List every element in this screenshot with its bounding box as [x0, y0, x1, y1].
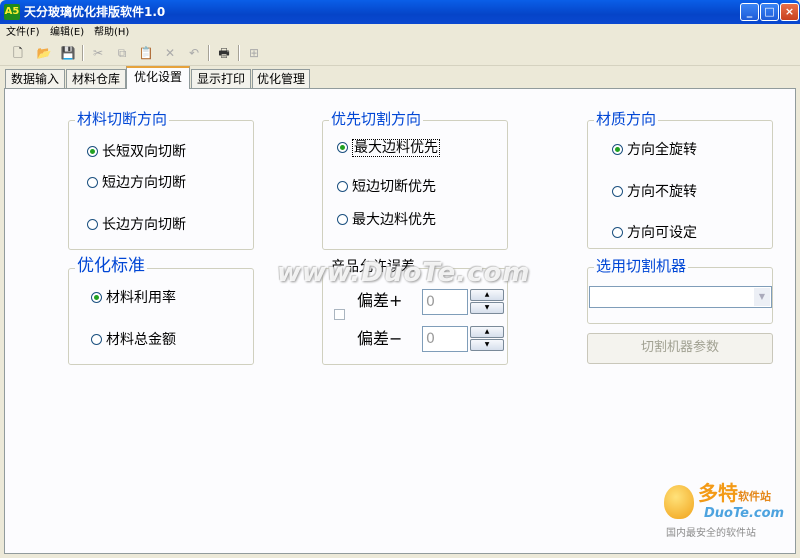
- save-icon[interactable]: 💾: [58, 44, 78, 62]
- logo-cn: 多特软件站: [698, 481, 771, 505]
- minimize-button[interactable]: _: [740, 3, 759, 21]
- cut-direction-group: 材料切断方向 长短双向切断 短边方向切断 长边方向切断: [68, 110, 254, 250]
- criterion-option[interactable]: 材料总金额: [91, 331, 176, 349]
- machine-select[interactable]: ▼: [589, 286, 772, 308]
- radio-icon: [87, 219, 98, 230]
- watermark: www.DuoTe.com: [277, 258, 531, 288]
- material-direction-title: 材质方向: [594, 110, 659, 128]
- logo-slogan: 国内最安全的软件站: [666, 528, 756, 539]
- radio-icon: [337, 181, 348, 192]
- delete-icon[interactable]: ✕: [160, 44, 180, 62]
- radio-icon: [91, 334, 102, 345]
- new-file-icon[interactable]: 🗋: [8, 44, 28, 62]
- cut-direction-title: 材料切断方向: [75, 110, 170, 128]
- priority-option[interactable]: 短边切断优先: [337, 178, 436, 196]
- chevron-down-icon[interactable]: ▼: [754, 288, 770, 306]
- close-button[interactable]: ×: [780, 3, 799, 21]
- tolerance-plus-input[interactable]: 0: [422, 289, 468, 315]
- tab-optimization-settings[interactable]: 优化设置: [126, 66, 190, 89]
- material-direction-option[interactable]: 方向全旋转: [612, 141, 697, 159]
- criterion-option[interactable]: 材料利用率: [91, 289, 176, 307]
- radio-icon: [337, 142, 348, 153]
- tolerance-checkbox[interactable]: [334, 309, 345, 320]
- spin-down-icon[interactable]: ▼: [470, 302, 504, 314]
- radio-icon: [612, 186, 623, 197]
- paste-icon[interactable]: 📋: [136, 44, 156, 62]
- cut-icon[interactable]: ✂: [88, 44, 108, 62]
- criterion-group: 优化标准 材料利用率 材料总金额: [68, 257, 254, 365]
- toolbar-separator: [208, 45, 210, 61]
- maximize-button[interactable]: □: [760, 3, 779, 21]
- tab-strip: 数据输入 材料仓库 优化设置 显示打印 优化管理: [0, 66, 800, 89]
- spin-up-icon[interactable]: ▲: [470, 326, 504, 338]
- machine-params-button[interactable]: 切割机器参数: [587, 333, 773, 364]
- menu-file[interactable]: 文件(F): [6, 26, 40, 39]
- priority-option[interactable]: 最大边料优先: [337, 211, 436, 229]
- tolerance-minus-input[interactable]: 0: [422, 326, 468, 352]
- machine-group: 选用切割机器 ▼: [587, 257, 773, 324]
- menu-help[interactable]: 帮助(H): [94, 26, 129, 39]
- machine-title: 选用切割机器: [594, 257, 689, 275]
- tolerance-plus-stepper[interactable]: ▲ ▼: [470, 289, 504, 315]
- title-bar: A5 天分玻璃优化排版软件1.0 _ □ ×: [0, 0, 800, 24]
- tolerance-minus-stepper[interactable]: ▲ ▼: [470, 326, 504, 352]
- radio-icon: [337, 214, 348, 225]
- cut-direction-option[interactable]: 短边方向切断: [87, 174, 186, 192]
- tolerance-plus-label: 偏差+: [357, 291, 403, 310]
- duote-logo: 多特软件站 DuoTe.com 国内最安全的软件站: [664, 481, 794, 547]
- material-direction-option[interactable]: 方向可设定: [612, 224, 697, 242]
- radio-icon: [87, 177, 98, 188]
- app-icon: A5: [4, 4, 20, 20]
- cut-direction-option[interactable]: 长短双向切断: [87, 143, 186, 161]
- logo-en: DuoTe.com: [704, 506, 785, 521]
- print-icon[interactable]: 🖶: [214, 44, 234, 62]
- window-title: 天分玻璃优化排版软件1.0: [24, 5, 166, 19]
- tab-material-warehouse[interactable]: 材料仓库: [66, 69, 126, 88]
- toolbar-separator: [82, 45, 84, 61]
- radio-icon: [91, 292, 102, 303]
- toolbar-separator: [238, 45, 240, 61]
- mascot-icon: [664, 485, 694, 519]
- menu-bar: 文件(F) 编辑(E) 帮助(H): [0, 24, 800, 41]
- open-folder-icon[interactable]: 📂: [34, 44, 54, 62]
- tab-data-input[interactable]: 数据输入: [5, 69, 65, 88]
- copy-icon[interactable]: ⧉: [112, 44, 132, 62]
- priority-group: 优先切割方向 最大边料优先 短边切断优先 最大边料优先: [322, 110, 508, 250]
- criterion-title: 优化标准: [75, 256, 147, 276]
- priority-title: 优先切割方向: [329, 110, 424, 128]
- material-direction-group: 材质方向 方向全旋转 方向不旋转 方向可设定: [587, 110, 773, 249]
- tolerance-minus-label: 偏差−: [357, 329, 403, 348]
- toolbar: 🗋 📂 💾 ✂ ⧉ 📋 ✕ ↶ 🖶 ⊞: [0, 41, 800, 66]
- undo-icon[interactable]: ↶: [184, 44, 204, 62]
- radio-icon: [612, 227, 623, 238]
- spin-up-icon[interactable]: ▲: [470, 289, 504, 301]
- tab-display-print[interactable]: 显示打印: [191, 69, 251, 88]
- grid-icon[interactable]: ⊞: [244, 44, 264, 62]
- tab-optimization-management[interactable]: 优化管理: [252, 69, 310, 88]
- radio-icon: [87, 146, 98, 157]
- spin-down-icon[interactable]: ▼: [470, 339, 504, 351]
- material-direction-option[interactable]: 方向不旋转: [612, 183, 697, 201]
- radio-icon: [612, 144, 623, 155]
- priority-option[interactable]: 最大边料优先: [337, 139, 440, 157]
- cut-direction-option[interactable]: 长边方向切断: [87, 216, 186, 234]
- menu-edit[interactable]: 编辑(E): [50, 26, 84, 39]
